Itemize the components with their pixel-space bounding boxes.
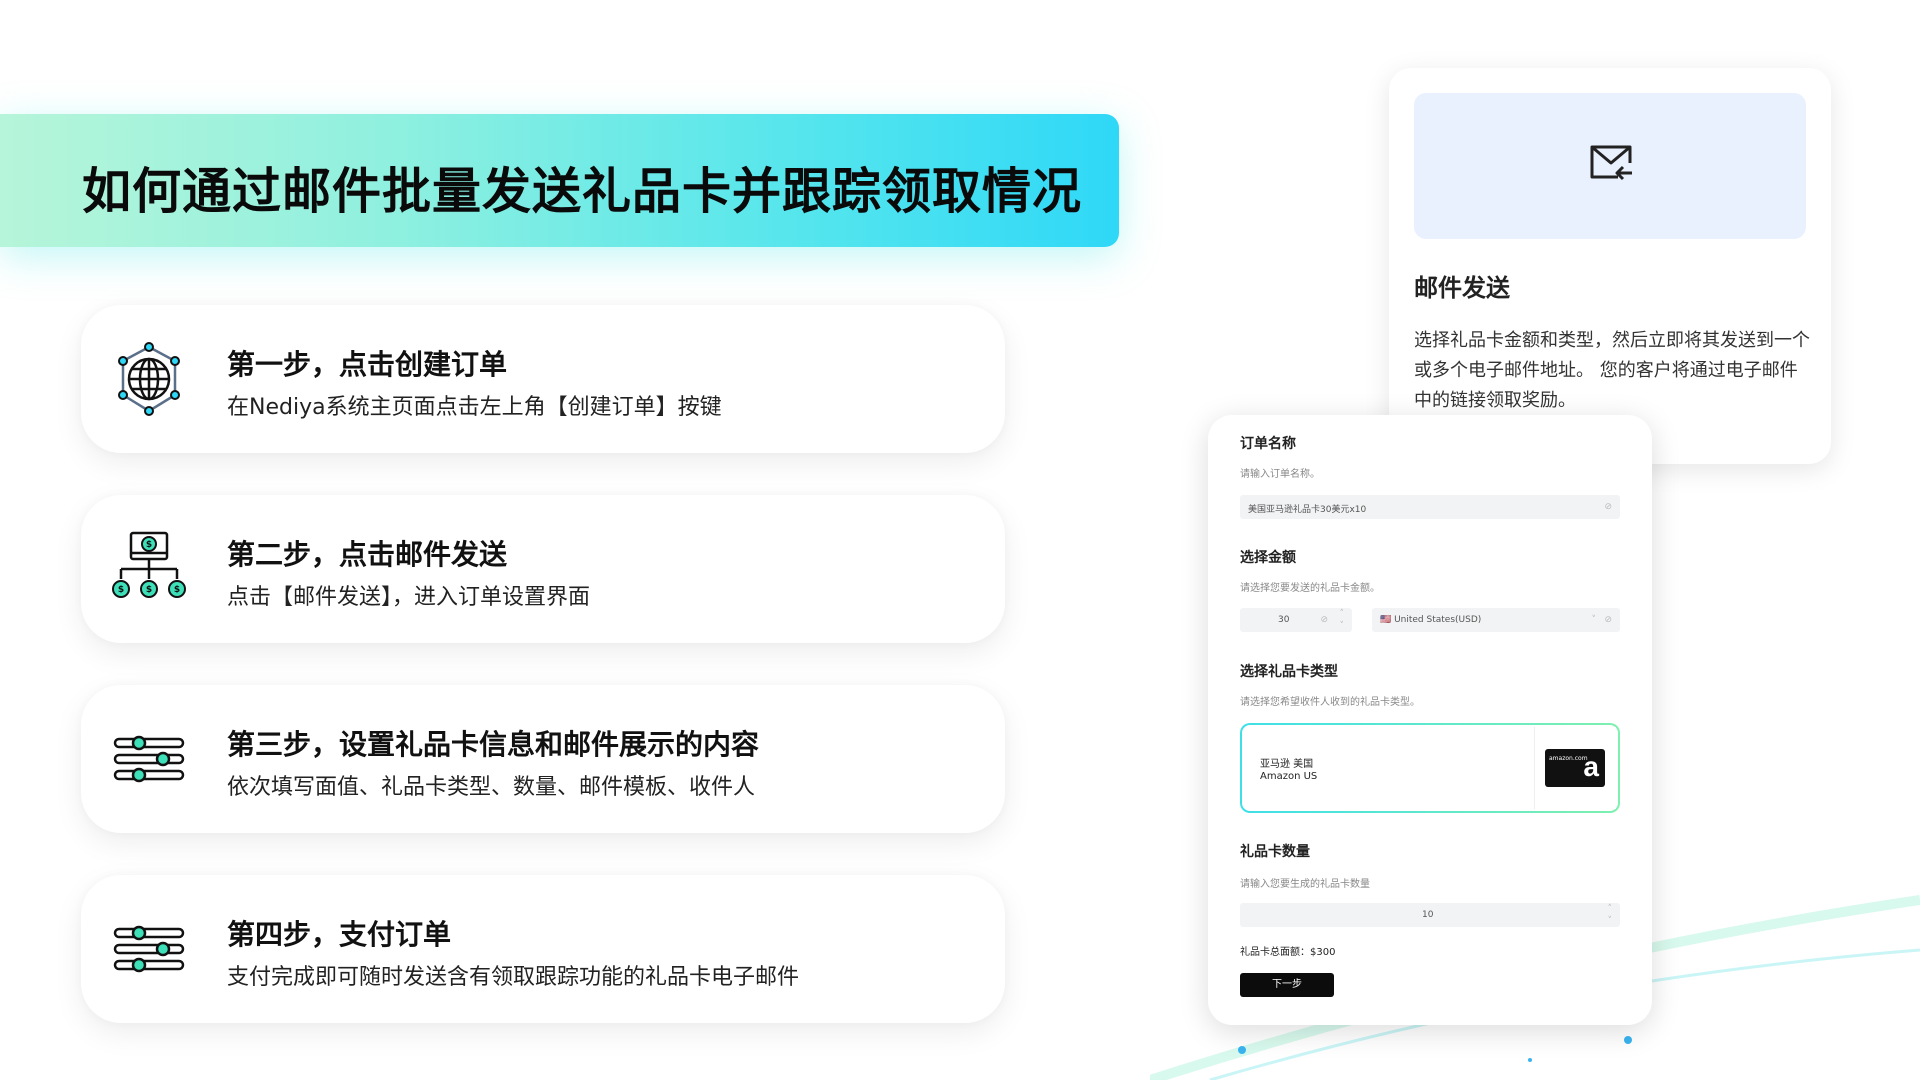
currency-select[interactable]: 🇺🇸 United States(USD) ˅ ⊘ [1372, 608, 1620, 632]
clear-icon[interactable]: ⊘ [1604, 615, 1612, 625]
clear-icon[interactable]: ⊘ [1604, 502, 1612, 512]
quantity-stepper[interactable]: 10 ˄ ˅ [1240, 903, 1620, 927]
order-form-card: 订单名称 请输入订单名称。 美国亚马逊礼品卡30美元x10 ⊘ 选择金额 请选择… [1208, 415, 1652, 1025]
mail-card-title: 邮件发送 [1414, 274, 1510, 302]
amazon-logo: amazon.com a [1545, 749, 1605, 787]
order-name-value: 美国亚马逊礼品卡30美元x10 [1248, 505, 1367, 515]
mail-reply-icon [1590, 145, 1632, 181]
card-type-hint: 请选择您希望收件人收到的礼品卡类型。 [1240, 697, 1420, 708]
stepper-arrows-icon[interactable]: ˄ ˅ [1608, 903, 1613, 927]
stepper-arrows-icon[interactable]: ˄ ˅ [1340, 608, 1345, 632]
amount-hint: 请选择您要发送的礼品卡金额。 [1240, 583, 1380, 594]
svg-text:$: $ [174, 585, 180, 595]
currency-value: 🇺🇸 United States(USD) [1380, 615, 1482, 625]
chevron-down-icon[interactable]: ˅ [1592, 615, 1597, 625]
step-card-3: 第三步，设置礼品卡信息和邮件展示的内容 依次填写面值、礼品卡类型、数量、邮件模板… [81, 685, 1005, 833]
step-desc: 在Nediya系统主页面点击左上角【创建订单】按键 [227, 395, 722, 420]
step-desc: 点击【邮件发送】，进入订单设置界面 [227, 585, 591, 610]
total-amount: 礼品卡总面额：$300 [1240, 947, 1336, 958]
gift-card-thumbnail: amazon.com a [1534, 727, 1616, 809]
amount-value: 30 [1278, 615, 1290, 625]
next-button[interactable]: 下一步 [1240, 973, 1334, 997]
title-banner: 如何通过邮件批量发送礼品卡并跟踪领取情况 [0, 114, 1119, 247]
mail-send-card[interactable]: 邮件发送 选择礼品卡金额和类型，然后立即将其发送到一个或多个电子邮件地址。 您的… [1389, 68, 1831, 464]
sliders-icon [113, 735, 185, 783]
quantity-label: 礼品卡数量 [1240, 844, 1310, 860]
page-title: 如何通过邮件批量发送礼品卡并跟踪领取情况 [82, 163, 1083, 220]
mail-hero [1414, 93, 1806, 239]
step-card-2: $ $ $ $ 第二步，点击邮件发送 点击【邮件发送】，进入订单设置界面 [81, 495, 1005, 643]
step-desc: 依次填写面值、礼品卡类型、数量、邮件模板、收件人 [227, 775, 756, 800]
order-name-input[interactable]: 美国亚马逊礼品卡30美元x10 ⊘ [1240, 495, 1620, 519]
globe-network-icon [118, 342, 180, 416]
amazon-logo-letter: a [1583, 751, 1599, 782]
mail-card-desc: 选择礼品卡金额和类型，然后立即将其发送到一个或多个电子邮件地址。 您的客户将通过… [1414, 330, 1810, 411]
step-card-1: 第一步，点击创建订单 在Nediya系统主页面点击左上角【创建订单】按键 [81, 305, 1005, 453]
step-title: 第一步，点击创建订单 [227, 348, 508, 381]
svg-text:$: $ [146, 540, 152, 550]
card-name-cn: 亚马逊 美国 [1260, 759, 1314, 770]
svg-text:$: $ [118, 585, 124, 595]
amount-stepper[interactable]: 30 ⊘ ˄ ˅ [1240, 608, 1352, 632]
order-name-label: 订单名称 [1240, 436, 1296, 452]
step-card-4: 第四步，支付订单 支付完成即可随时发送含有领取跟踪功能的礼品卡电子邮件 [81, 875, 1005, 1023]
card-type-label: 选择礼品卡类型 [1240, 664, 1338, 680]
step-title: 第二步，点击邮件发送 [227, 538, 508, 571]
sliders-icon [113, 925, 185, 973]
card-name-en: Amazon US [1260, 771, 1318, 782]
svg-text:$: $ [146, 585, 152, 595]
quantity-value: 10 [1422, 910, 1434, 920]
step-desc: 支付完成即可随时发送含有领取跟踪功能的礼品卡电子邮件 [227, 965, 800, 990]
monitor-distribution-icon: $ $ $ $ [112, 531, 186, 598]
quantity-hint: 请输入您要生成的礼品卡数量 [1240, 879, 1370, 890]
step-title: 第三步，设置礼品卡信息和邮件展示的内容 [227, 728, 760, 761]
step-title: 第四步，支付订单 [227, 918, 452, 951]
amazon-logo-text: amazon.com [1549, 755, 1588, 762]
clear-icon[interactable]: ⊘ [1320, 615, 1328, 625]
amount-label: 选择金额 [1240, 550, 1296, 566]
gift-card-option-amazon-us[interactable]: 亚马逊 美国 Amazon US amazon.com a [1240, 723, 1620, 813]
order-name-hint: 请输入订单名称。 [1240, 469, 1320, 480]
